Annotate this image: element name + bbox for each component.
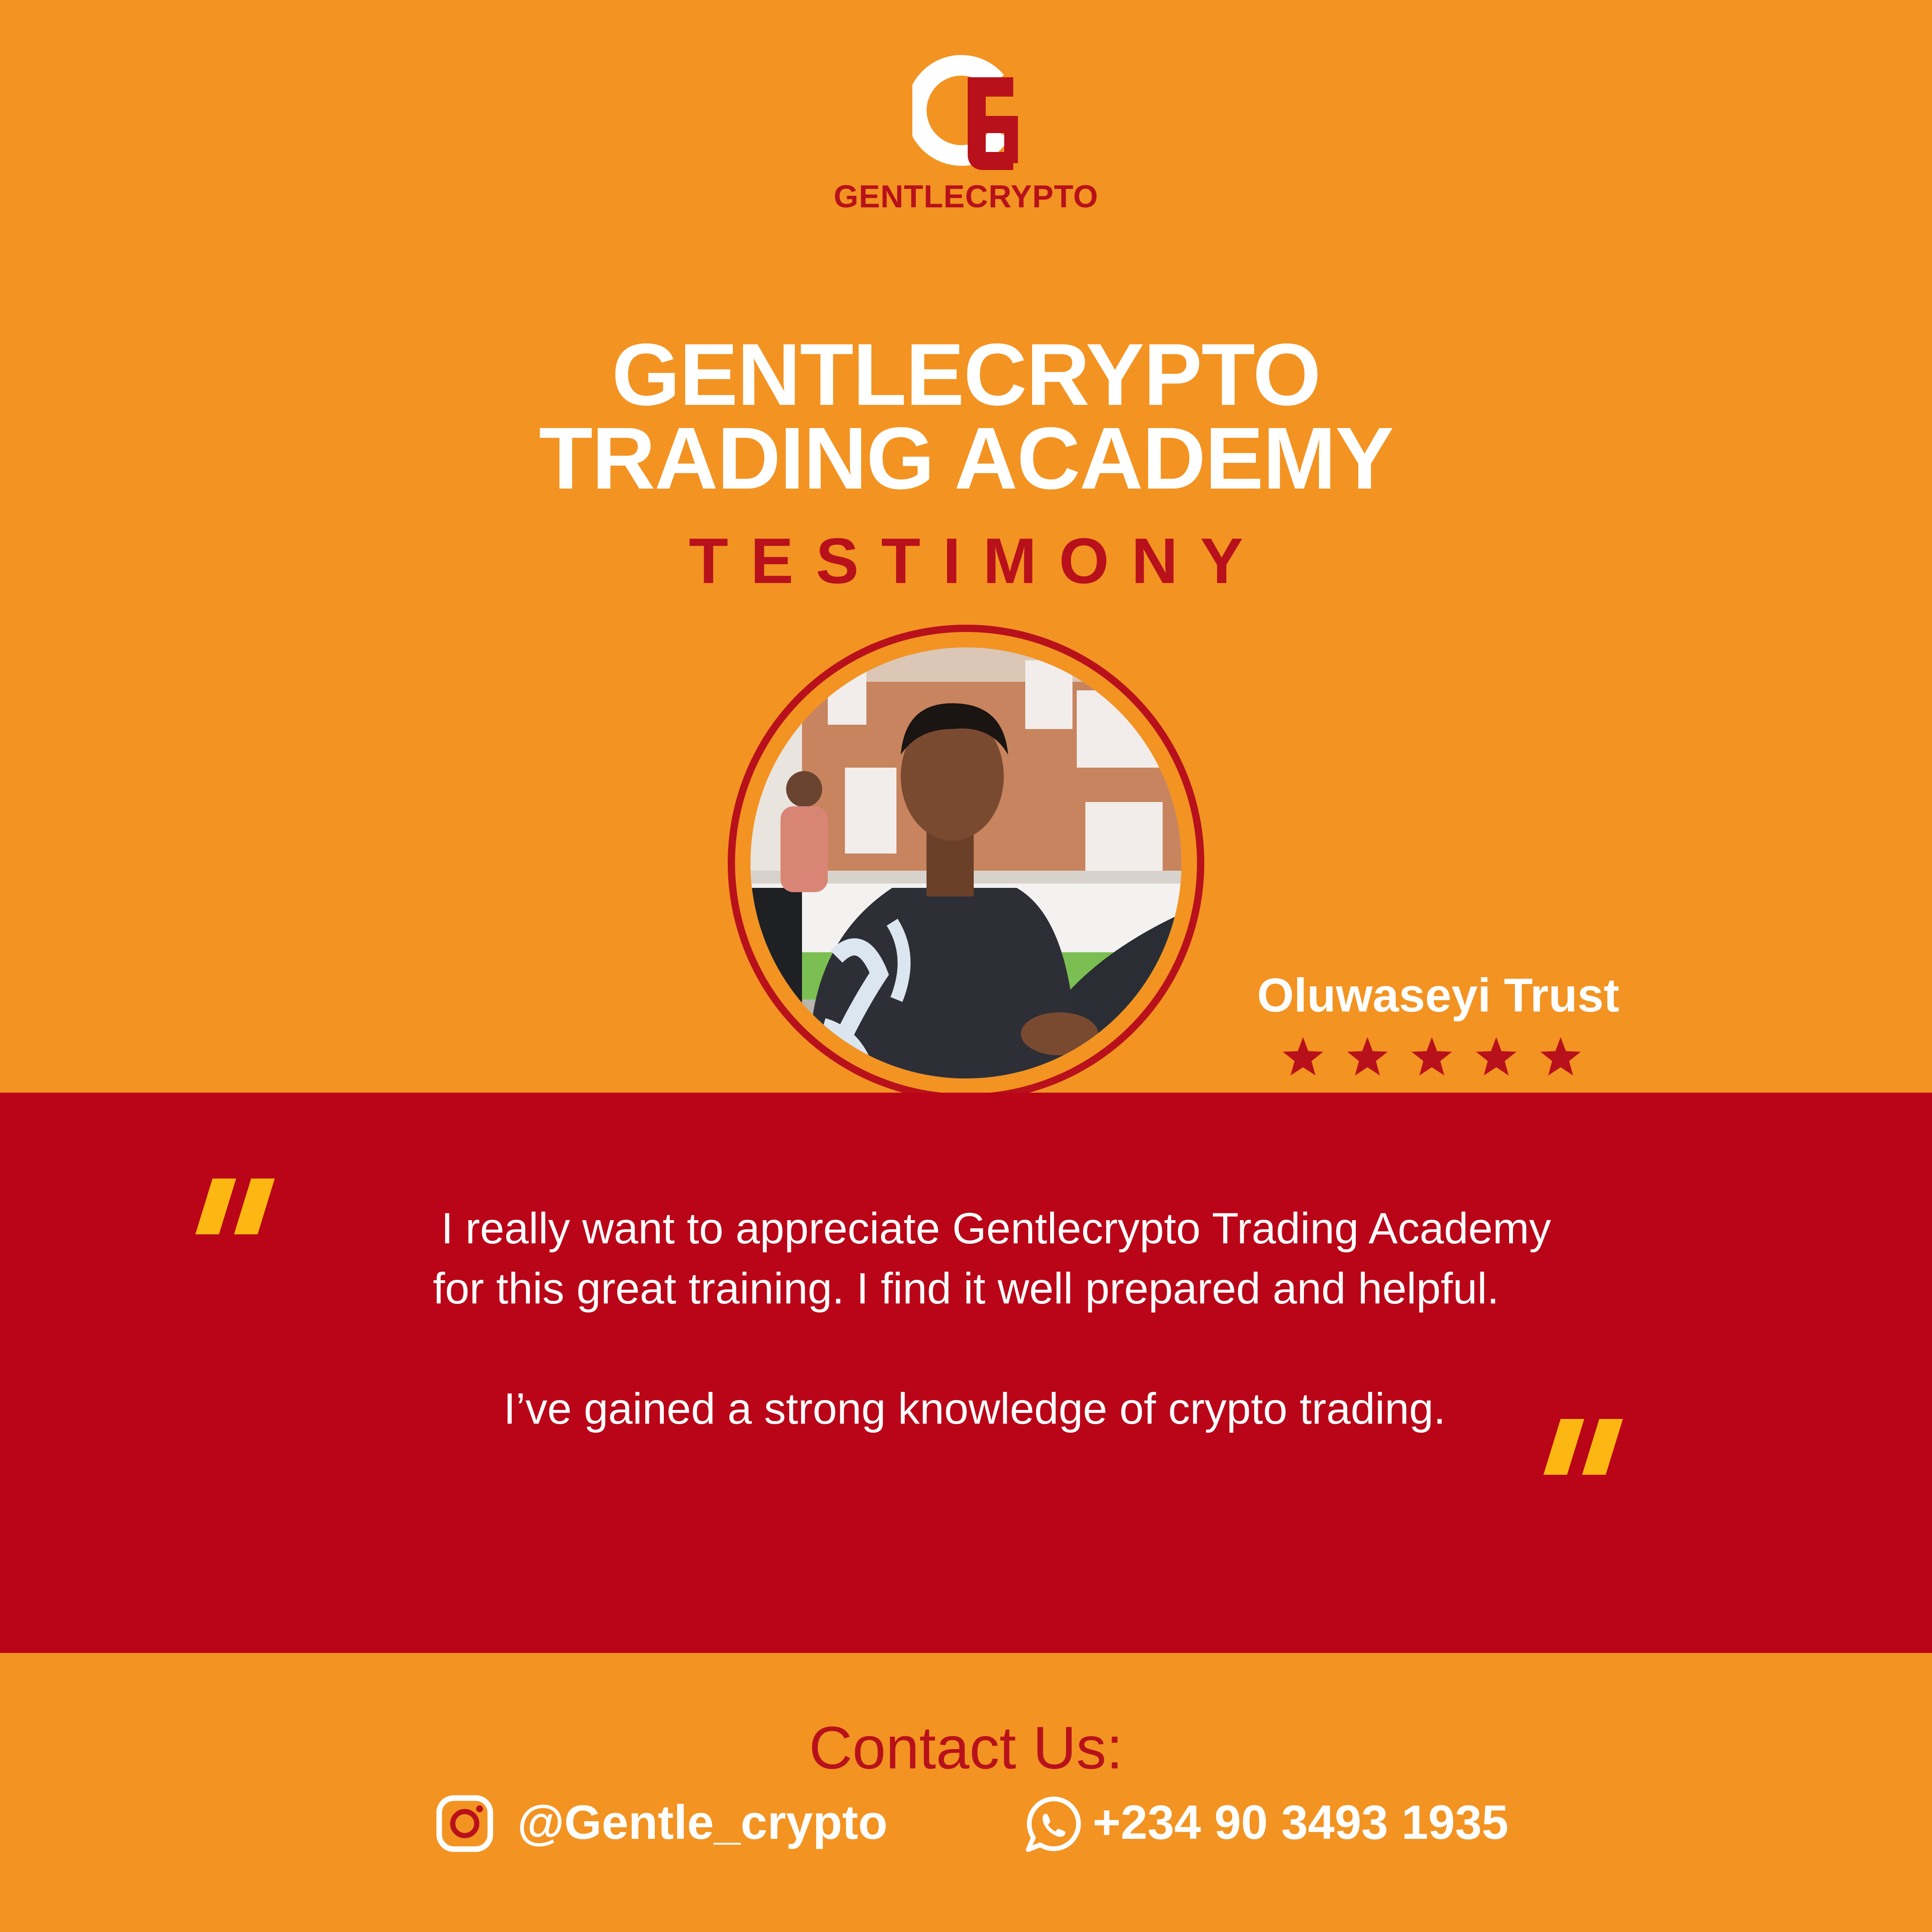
star-rating	[1282, 1037, 1581, 1075]
brand-name: GENTLECRYPTO	[833, 179, 1099, 214]
star-icon	[1411, 1037, 1452, 1075]
testimonial-line-2: for this great training. I find it well …	[433, 1264, 1499, 1313]
subtitle-testimony: TESTIMONY	[689, 525, 1266, 597]
gentlecrypto-logo	[912, 55, 1018, 170]
testimonial-line-3: I’ve gained a strong knowledge of crypto…	[503, 1384, 1446, 1433]
star-icon	[1476, 1037, 1517, 1075]
whatsapp-icon[interactable]	[1024, 1795, 1084, 1855]
close-quote-icon	[1543, 1419, 1623, 1475]
star-icon	[1347, 1037, 1388, 1075]
testimonial-band	[0, 1093, 1932, 1653]
testimonial-line-1: I really want to appreciate Gentlecrypto…	[441, 1204, 1551, 1253]
title-line-1: GENTLECRYPTO	[611, 325, 1321, 424]
phone-number[interactable]: +234 90 3493 1935	[1093, 1795, 1509, 1850]
instagram-icon[interactable]	[436, 1795, 494, 1853]
reviewer-name: Oluwaseyi Trust	[1257, 969, 1619, 1022]
instagram-handle[interactable]: @Gentle_crypto	[517, 1795, 887, 1850]
reviewer-photo	[750, 647, 1182, 1078]
contact-heading: Contact Us:	[809, 1714, 1123, 1781]
title-line-2: TRADING ACADEMY	[539, 409, 1394, 507]
star-icon	[1282, 1037, 1324, 1075]
star-icon	[1540, 1037, 1581, 1075]
